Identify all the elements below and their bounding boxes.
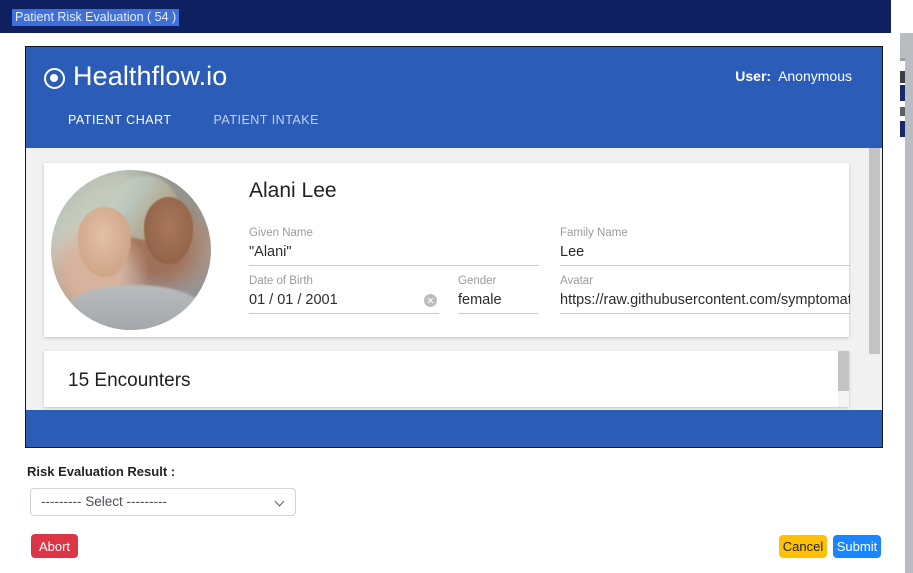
page-scrollbar[interactable] [905, 33, 913, 573]
user-info: User: Anonymous [735, 68, 852, 84]
family-name-label: Family Name [560, 227, 628, 239]
avatar-label: Avatar [560, 275, 594, 287]
app-content: Alani Lee Given Name Family Name Date of… [26, 148, 882, 410]
window-title-bar-gap [891, 0, 913, 33]
window-title-selected-text[interactable]: Patient Risk Evaluation ( 54 ) [12, 9, 180, 26]
abort-button[interactable]: Abort [31, 534, 78, 558]
risk-result-select[interactable]: --------- Select --------- [30, 488, 296, 516]
gender-input[interactable] [458, 291, 538, 314]
tab-patient-chart[interactable]: PATIENT CHART [68, 113, 172, 130]
encounters-scrollbar-thumb[interactable] [838, 351, 849, 391]
content-scrollbar-thumb[interactable] [869, 148, 880, 354]
screen: Patient Risk Evaluation ( 54 ) Healthflo… [0, 0, 913, 573]
avatar-url-input[interactable] [560, 291, 850, 314]
app-header: Healthflow.io User: Anonymous PATIENT CHA… [26, 47, 882, 148]
cancel-button[interactable]: Cancel [779, 535, 827, 558]
given-name-label: Given Name [249, 227, 313, 239]
window-title-bar: Patient Risk Evaluation ( 54 ) [0, 0, 891, 33]
user-value: Anonymous [778, 68, 852, 84]
background-window-sliver [900, 33, 913, 573]
gender-label: Gender [458, 275, 497, 287]
healthflow-app-frame: Healthflow.io User: Anonymous PATIENT CHA… [25, 46, 883, 448]
brand-title: Healthflow.io [73, 61, 228, 91]
content-scrollbar[interactable] [867, 148, 882, 410]
app-tabs: PATIENT CHART PATIENT INTAKE [68, 113, 319, 130]
field-family-name: Family Name [560, 226, 850, 266]
target-dot-icon [44, 68, 65, 89]
encounters-card: 15 Encounters [44, 351, 849, 407]
family-name-input[interactable] [560, 243, 850, 266]
clear-icon[interactable] [424, 294, 437, 307]
field-given-name: Given Name [249, 226, 539, 266]
field-date-of-birth: Date of Birth [249, 274, 439, 314]
patient-card: Alani Lee Given Name Family Name Date of… [44, 163, 850, 337]
avatar-detail-face-right [143, 197, 194, 265]
encounters-scrollbar[interactable] [838, 351, 849, 407]
user-label: User: [735, 68, 772, 84]
submit-button[interactable]: Submit [833, 535, 881, 558]
patient-name: Alani Lee [249, 179, 337, 202]
patient-avatar [51, 170, 211, 330]
given-name-input[interactable] [249, 243, 539, 266]
avatar-detail-face-left [78, 206, 131, 278]
tab-patient-intake[interactable]: PATIENT INTAKE [214, 113, 319, 130]
risk-evaluation-label: Risk Evaluation Result : [27, 464, 176, 479]
date-of-birth-label: Date of Birth [249, 275, 313, 287]
app-footer [26, 410, 882, 447]
avatar-detail-shirt [60, 285, 208, 330]
field-avatar-url: Avatar [560, 274, 850, 314]
field-gender: Gender [458, 274, 538, 314]
encounters-title: 15 Encounters [68, 370, 191, 391]
date-of-birth-input[interactable] [249, 291, 439, 314]
